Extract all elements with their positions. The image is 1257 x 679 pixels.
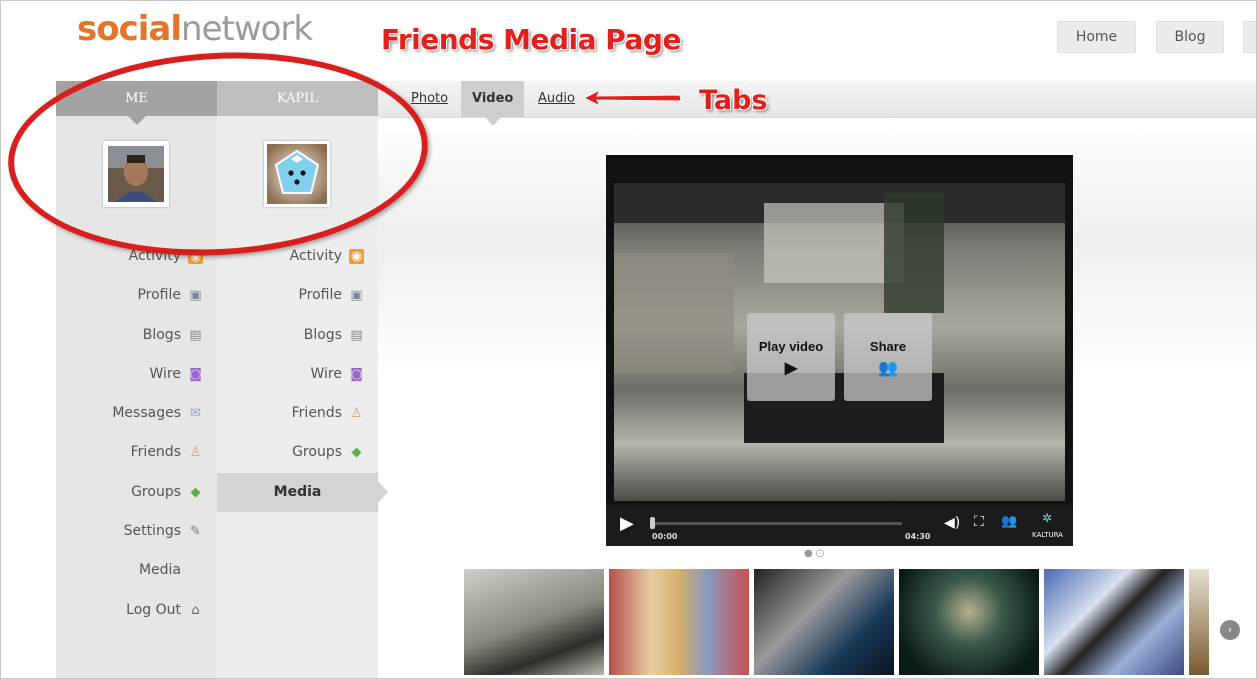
share-button[interactable]: Share 👥: [844, 313, 932, 401]
menu-label: Groups: [292, 444, 342, 461]
time-total: 04:30: [905, 532, 931, 541]
menu-label: Activity: [289, 248, 342, 264]
me-menu-profile[interactable]: Profile ▣: [56, 276, 217, 315]
me-menu-settings[interactable]: Settings ✎: [56, 512, 217, 551]
volume-icon[interactable]: ◀): [944, 515, 960, 531]
menu-label: Groups: [131, 483, 181, 500]
app-window: socialnetwork Friends Media Page Home Bl…: [0, 0, 1257, 679]
group-share-icon: 👥: [878, 360, 898, 377]
me-menu-blogs[interactable]: Blogs ▤: [56, 316, 217, 355]
tab-photo[interactable]: Photo: [411, 81, 448, 117]
friend-menu-groups[interactable]: Groups ◆: [217, 433, 378, 472]
friend-menu-media[interactable]: Media: [217, 472, 388, 513]
video-screen[interactable]: Play video ▶ Share 👥: [614, 183, 1065, 501]
friend-menu-friends[interactable]: Friends ♙: [217, 394, 378, 433]
carousel-pager[interactable]: ●○: [804, 548, 827, 559]
thumbnail-3[interactable]: [754, 569, 894, 675]
menu-label: Media: [273, 483, 322, 500]
me-menu: Activity ◉ Profile ▣ Blogs ▤ Wire ◙ Messages…: [56, 237, 217, 630]
me-menu-media[interactable]: Media: [56, 551, 217, 590]
cube-icon: ◆: [351, 445, 362, 461]
person-icon: ♙: [189, 445, 202, 461]
share-label: Share: [869, 339, 907, 354]
menu-label: Media: [138, 562, 181, 579]
kaltura-brand: KALTURA: [1032, 531, 1063, 539]
player-controls: ▶ 00:00 04:30 ◀) ⛶ 👥 ✲ KALTURA: [606, 505, 1073, 546]
nav-blog-button[interactable]: Blog: [1156, 21, 1224, 53]
friend-menu-wire[interactable]: Wire ◙: [217, 355, 378, 394]
play-video-button[interactable]: Play video ▶: [747, 313, 835, 401]
wrench-icon: ✎: [190, 524, 201, 540]
media-tabs: Photo Video Audio: [377, 81, 1256, 126]
friend-menu: Activity ◉ Profile ▣ Blogs ▤ Wire ◙ Friends ♙…: [217, 237, 388, 513]
video-frame-hand: [614, 253, 734, 373]
me-menu-wire[interactable]: Wire ◙: [56, 355, 217, 394]
play-icon[interactable]: ▶: [620, 513, 634, 534]
logo-network: network: [181, 9, 313, 49]
thumbnail-1[interactable]: [464, 569, 604, 675]
menu-label: Profile: [298, 287, 342, 304]
menu-label: Log Out: [126, 601, 181, 618]
time-current: 00:00: [652, 532, 678, 541]
next-arrow-icon[interactable]: ›: [1220, 620, 1240, 640]
thumbnail-2[interactable]: [609, 569, 749, 675]
profile-icon: ▣: [189, 288, 202, 304]
annotation-arrow: [584, 89, 682, 107]
menu-label: Settings: [123, 523, 181, 540]
thumbnail-5[interactable]: [1044, 569, 1184, 675]
logo-social: social: [77, 9, 182, 49]
menu-label: Wire: [149, 365, 182, 382]
menu-label: Friends: [291, 405, 342, 422]
thumbnail-6[interactable]: [1189, 569, 1209, 675]
me-menu-friends[interactable]: Friends ♙: [56, 433, 217, 472]
person-icon: ♙: [350, 406, 363, 422]
cube-icon: ◆: [190, 484, 201, 500]
site-logo[interactable]: socialnetwork: [77, 9, 313, 49]
kaltura-logo-icon[interactable]: ✲: [1042, 511, 1052, 525]
play-icon: ▶: [784, 360, 798, 377]
tab-video[interactable]: Video: [461, 81, 525, 126]
me-menu-groups[interactable]: Groups ◆: [56, 473, 217, 512]
video-thumbnails: [464, 569, 1209, 675]
lock-icon: ⌂: [191, 602, 200, 618]
video-frame-window: [764, 203, 904, 283]
annotation-tabs: Tabs: [699, 85, 768, 116]
fullscreen-icon[interactable]: ⛶: [974, 514, 984, 530]
menu-label: Blogs: [303, 326, 342, 343]
menu-label: Friends: [130, 444, 181, 461]
menu-label: Blogs: [142, 326, 181, 343]
rss-icon: ◉: [349, 249, 364, 264]
thumbnail-4[interactable]: [899, 569, 1039, 675]
tab-audio[interactable]: Audio: [538, 81, 575, 117]
document-icon: ▤: [350, 327, 363, 343]
document-icon: ▤: [189, 327, 202, 343]
profile-icon: ▣: [350, 288, 363, 304]
menu-label: Profile: [137, 287, 181, 304]
friend-menu-blogs[interactable]: Blogs ▤: [217, 316, 378, 355]
wire-icon: ◙: [350, 366, 363, 382]
nav-home-button[interactable]: Home: [1057, 21, 1136, 53]
menu-label: Wire: [310, 365, 343, 382]
progress-scrubber[interactable]: [650, 517, 655, 529]
me-menu-logout[interactable]: Log Out ⌂: [56, 591, 217, 630]
annotation-page-title: Friends Media Page: [381, 23, 681, 56]
me-menu-messages[interactable]: Messages ✉: [56, 394, 217, 433]
video-player[interactable]: Play video ▶ Share 👥 ▶ 00:00 04:30 ◀) ⛶ …: [606, 155, 1073, 546]
play-video-label: Play video: [758, 339, 824, 354]
menu-label: Messages: [112, 405, 181, 422]
wire-icon: ◙: [189, 366, 202, 382]
friend-menu-profile[interactable]: Profile ▣: [217, 276, 378, 315]
nav-more-button[interactable]: [1243, 21, 1256, 53]
envelope-icon: ✉: [190, 406, 201, 422]
progress-bar[interactable]: [652, 522, 902, 525]
video-frame-plant: [884, 193, 944, 313]
share-icon[interactable]: 👥: [1001, 514, 1017, 529]
